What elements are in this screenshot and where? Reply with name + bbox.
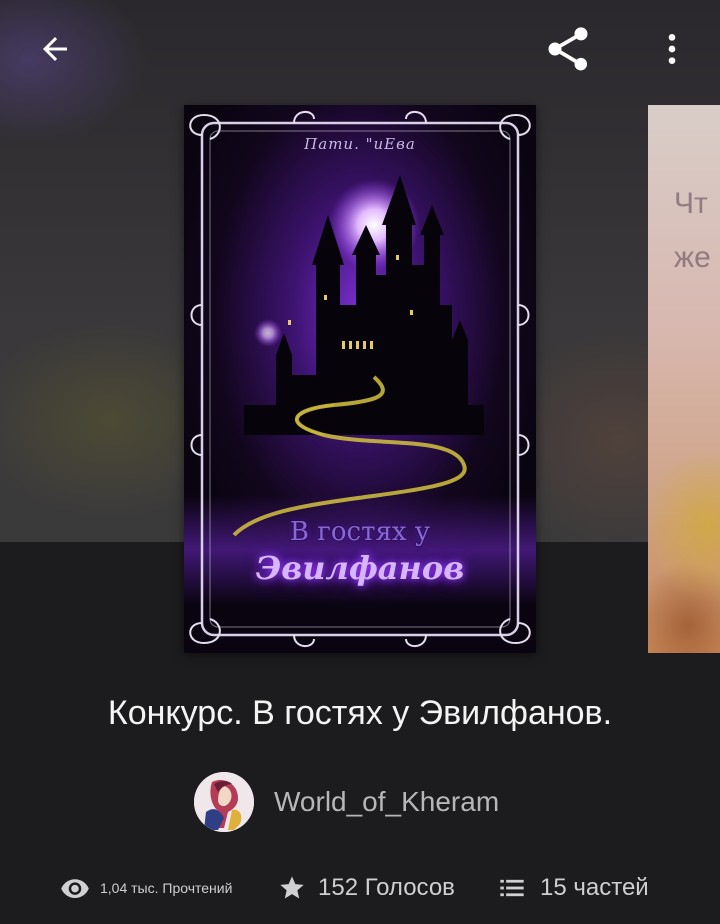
eye-icon <box>61 879 89 898</box>
votes-count: 152 Голосов <box>318 874 455 901</box>
more-vertical-icon <box>668 34 676 64</box>
arrow-left-icon <box>43 37 67 61</box>
cover-title-line2: Эвилфанов <box>255 549 465 587</box>
stats-bar: 1,04 тыс. Прочтений 152 Голосов 15 часте… <box>0 866 720 910</box>
author-name[interactable]: World_of_Kheram <box>274 786 499 818</box>
parts-stat[interactable]: 15 частей <box>498 866 649 910</box>
avatar-image <box>194 772 254 832</box>
book-title: Конкурс. В гостях у Эвилфанов. <box>107 694 613 732</box>
next-cover-text-line2: же <box>674 241 711 274</box>
list-icon <box>500 879 524 897</box>
reads-stat: 1,04 тыс. Прочтений <box>60 866 232 910</box>
star-icon <box>280 876 304 899</box>
back-button[interactable] <box>28 22 82 76</box>
avatar[interactable] <box>194 772 254 832</box>
book-cover[interactable]: Пати. "иЕва В гостях у Эвилфанов <box>184 105 536 653</box>
next-book-cover[interactable]: Чт же <box>648 105 720 653</box>
cover-title-line1: В гостях у <box>289 517 431 547</box>
share-button[interactable] <box>538 22 598 76</box>
author-link[interactable]: World_of_Kheram <box>194 772 499 832</box>
share-icon <box>548 27 588 71</box>
more-options-button[interactable] <box>648 22 696 76</box>
votes-stat: 152 Голосов <box>278 866 455 910</box>
cover-author-text: Пати. "иЕва <box>304 135 416 153</box>
next-cover-text-line1: Чт <box>674 187 708 220</box>
reads-count: 1,04 тыс. Прочтений <box>100 880 233 896</box>
parts-count[interactable]: 15 частей <box>540 874 649 902</box>
